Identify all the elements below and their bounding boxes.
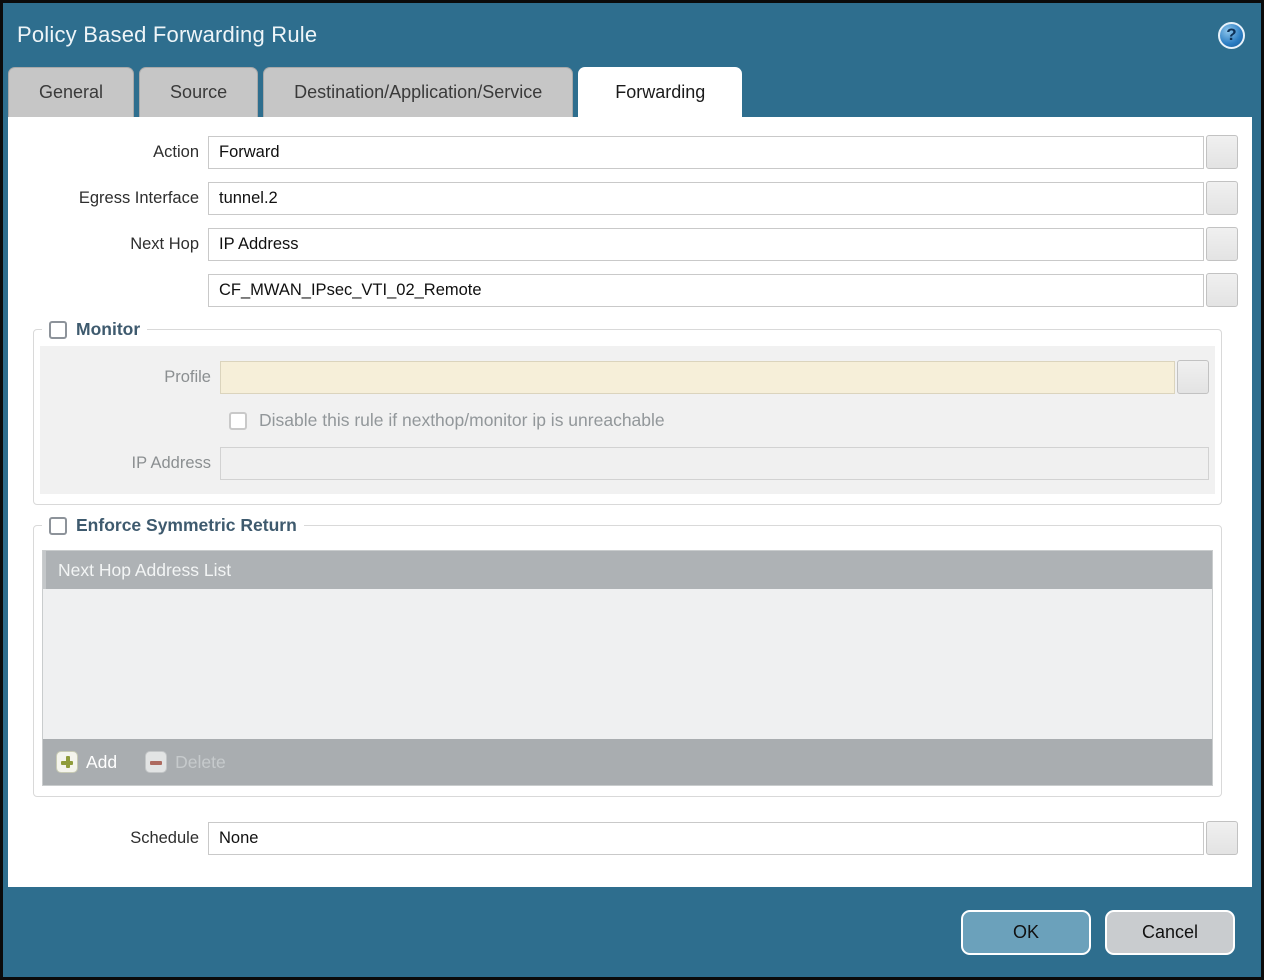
profile-row: Profile [40, 360, 1209, 394]
enforce-symmetric-return-checkbox[interactable] [49, 517, 67, 535]
next-hop-combo [208, 227, 1238, 261]
dialog-title: Policy Based Forwarding Rule [17, 22, 317, 48]
tab-forwarding[interactable]: Forwarding [578, 67, 742, 117]
enforce-symmetric-return-legend: Enforce Symmetric Return [42, 515, 304, 536]
next-hop-type-input[interactable] [208, 228, 1204, 261]
minus-icon [145, 751, 167, 773]
next-hop-address-table: Next Hop Address List Add Delete [42, 550, 1213, 786]
monitor-legend: Monitor [42, 319, 147, 340]
profile-label: Profile [40, 368, 220, 387]
policy-based-forwarding-dialog: Policy Based Forwarding Rule ? General S… [0, 0, 1264, 980]
tab-destination-application-service[interactable]: Destination/Application/Service [263, 67, 573, 117]
action-input[interactable] [208, 136, 1204, 169]
schedule-label: Schedule [8, 829, 208, 848]
profile-input [220, 361, 1175, 394]
next-hop-address-list-header: Next Hop Address List [43, 551, 1212, 589]
next-hop-address-list-body [43, 589, 1212, 739]
next-hop-dropdown-button[interactable] [1206, 227, 1238, 261]
ok-button[interactable]: OK [961, 910, 1091, 955]
monitor-ip-row: IP Address [40, 447, 1209, 480]
dialog-footer: OK Cancel [3, 887, 1261, 977]
monitor-checkbox[interactable] [49, 321, 67, 339]
schedule-input[interactable] [208, 822, 1204, 855]
egress-interface-dropdown-button[interactable] [1206, 181, 1238, 215]
enforce-symmetric-return-title: Enforce Symmetric Return [76, 515, 297, 536]
plus-icon [56, 751, 78, 773]
tab-general[interactable]: General [8, 67, 134, 117]
monitor-panel: Profile Disable this rule if nexthop/mon… [40, 346, 1215, 494]
help-icon[interactable]: ? [1218, 22, 1245, 49]
disable-rule-checkbox [229, 412, 247, 430]
egress-interface-row: Egress Interface [8, 181, 1238, 215]
action-row: Action [8, 135, 1238, 169]
monitor-ip-label: IP Address [40, 454, 220, 473]
action-dropdown-button[interactable] [1206, 135, 1238, 169]
monitor-section: Monitor Profile Disable this rule if nex… [33, 319, 1222, 505]
profile-dropdown-button [1177, 360, 1209, 394]
cancel-button[interactable]: Cancel [1105, 910, 1235, 955]
action-label: Action [8, 143, 208, 162]
monitor-ip-input [220, 447, 1209, 480]
monitor-title: Monitor [76, 319, 140, 340]
disable-rule-row: Disable this rule if nexthop/monitor ip … [40, 410, 1209, 431]
forwarding-tab-panel: Action Egress Interface Next Hop [8, 117, 1252, 887]
profile-combo [220, 360, 1209, 394]
next-hop-address-input[interactable] [208, 274, 1204, 307]
tab-bar: General Source Destination/Application/S… [3, 67, 1261, 117]
enforce-symmetric-return-section: Enforce Symmetric Return Next Hop Addres… [33, 515, 1222, 797]
tab-source[interactable]: Source [139, 67, 258, 117]
egress-interface-label: Egress Interface [8, 189, 208, 208]
disable-rule-label: Disable this rule if nexthop/monitor ip … [259, 410, 665, 431]
next-hop-address-combo [208, 273, 1238, 307]
egress-interface-combo [208, 181, 1238, 215]
schedule-combo [208, 821, 1238, 855]
next-hop-address-list-toolbar: Add Delete [43, 739, 1212, 785]
titlebar: Policy Based Forwarding Rule ? [3, 3, 1261, 67]
add-button-label: Add [86, 752, 117, 773]
add-button[interactable]: Add [56, 751, 117, 773]
action-combo [208, 135, 1238, 169]
next-hop-row: Next Hop [8, 227, 1238, 261]
delete-button-label: Delete [175, 752, 226, 773]
egress-interface-input[interactable] [208, 182, 1204, 215]
next-hop-address-row [8, 273, 1238, 307]
next-hop-label: Next Hop [8, 235, 208, 254]
schedule-row: Schedule [8, 821, 1238, 855]
next-hop-address-dropdown-button[interactable] [1206, 273, 1238, 307]
delete-button: Delete [145, 751, 226, 773]
schedule-dropdown-button[interactable] [1206, 821, 1238, 855]
